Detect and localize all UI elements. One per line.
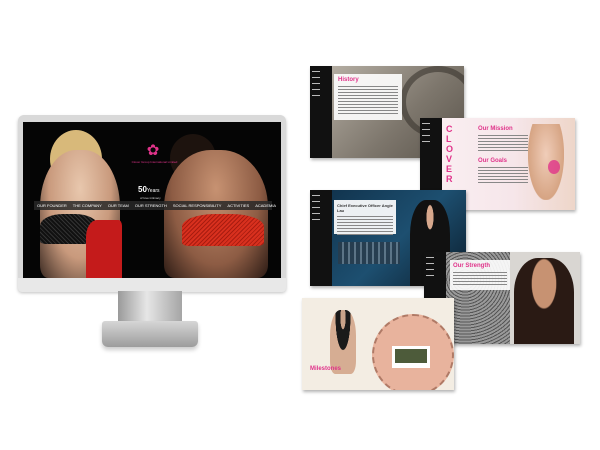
slide-ceo-menu <box>310 190 332 286</box>
strength-body-text <box>453 272 507 286</box>
site-navbar: OUR FOUNDER THE COMPANY OUR TEAM OUR STR… <box>34 201 276 210</box>
milestones-title: Milestones <box>310 366 342 372</box>
team-group-photo <box>338 242 400 264</box>
monitor-stand-base <box>102 321 198 347</box>
strength-text-panel: Our Strength <box>450 260 510 290</box>
mission-body-text <box>478 135 528 151</box>
nav-our-founder[interactable]: OUR FOUNDER <box>34 201 70 210</box>
history-body-text <box>338 86 398 116</box>
ceo-title: Chief Executive Officer Angie Lau <box>337 203 393 213</box>
mission-title: Our Mission <box>478 126 513 132</box>
red-fabric <box>86 220 122 278</box>
model-right-bra <box>182 214 264 246</box>
years-word: Years <box>146 188 160 194</box>
model-strength-image <box>514 258 574 344</box>
vintage-model-image <box>330 310 356 374</box>
goals-title: Our Goals <box>478 158 508 164</box>
clover-vertical-wordmark: CLOVER <box>446 124 454 184</box>
brand-tagline: Clover Group International Limited <box>131 160 178 164</box>
nav-academia[interactable]: ACADEMIA <box>252 201 279 210</box>
strength-title: Our Strength <box>453 263 490 269</box>
history-text-panel: History <box>334 74 402 120</box>
years-subtitle: of love intimacy <box>140 196 161 200</box>
nav-the-company[interactable]: THE COMPANY <box>70 201 105 210</box>
milestone-photo-frame <box>392 346 430 368</box>
clover-logo-icon[interactable]: ✿ <box>145 143 161 159</box>
pink-flower-image <box>548 160 560 174</box>
history-title: History <box>338 77 359 83</box>
milestone-photo <box>395 349 427 363</box>
nav-our-team[interactable]: OUR TEAM <box>105 201 132 210</box>
years-number: 50 <box>138 185 147 194</box>
years-headline: 50Years <box>138 185 160 194</box>
nav-activities[interactable]: ACTIVITIES <box>224 201 252 210</box>
monitor-chin <box>18 278 286 292</box>
nav-our-strength[interactable]: OUR STRENGTH <box>132 201 170 210</box>
ceo-text-panel: Chief Executive Officer Angie Lau <box>334 200 396 236</box>
goals-body-text <box>478 167 528 185</box>
slide-milestones[interactable]: Milestones <box>302 298 454 390</box>
ceo-body-text <box>337 216 393 236</box>
slide-history-menu <box>310 66 332 158</box>
nav-social-responsibility[interactable]: SOCIAL RESPONSIBILITY <box>170 201 225 210</box>
monitor-stand-neck <box>118 291 182 325</box>
